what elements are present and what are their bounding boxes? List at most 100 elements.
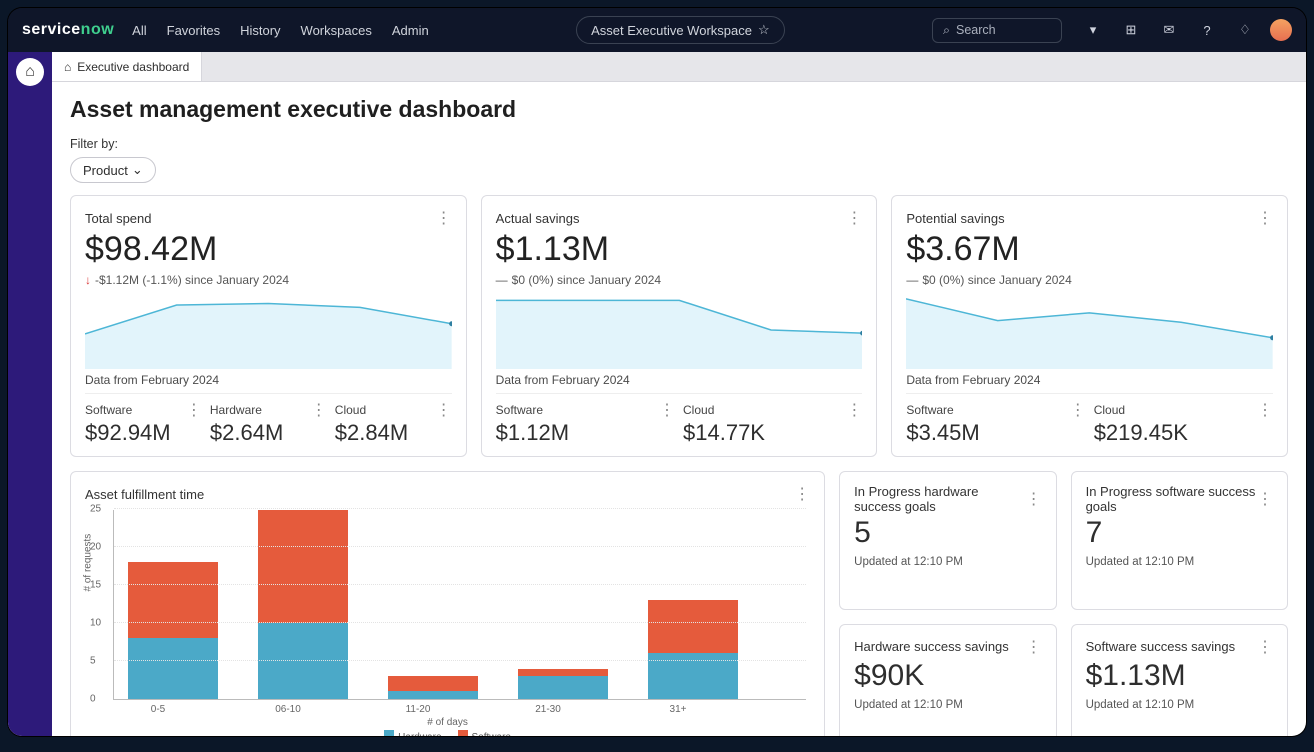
bar-column[interactable] bbox=[648, 510, 738, 699]
arrow-down-icon: ↓ bbox=[85, 273, 91, 287]
breakdown-label: Software bbox=[85, 403, 132, 417]
tab-bar: ⌂ Executive dashboard bbox=[52, 52, 1306, 82]
nav-favorites[interactable]: Favorites bbox=[167, 23, 220, 38]
dash-icon: — bbox=[496, 273, 508, 287]
x-tick: 11-20 bbox=[373, 704, 463, 715]
more-icon[interactable]: ⋮ bbox=[436, 400, 452, 420]
top-bar: servicenow All Favorites History Workspa… bbox=[8, 8, 1306, 52]
more-icon[interactable]: ⋮ bbox=[1026, 489, 1042, 509]
breakdown-item: Software⋮ $92.94M bbox=[85, 400, 202, 446]
small-value: $90K bbox=[854, 659, 1041, 693]
breakdown-label: Cloud bbox=[1094, 403, 1125, 417]
kpi-card: Actual savings⋮ $1.13M — $0 (0%) since J… bbox=[481, 195, 878, 457]
breakdown-value: $2.64M bbox=[210, 420, 327, 446]
nav-history[interactable]: History bbox=[240, 23, 280, 38]
y-tick: 15 bbox=[90, 580, 101, 591]
breakdown-item: Software⋮ $1.12M bbox=[496, 400, 675, 446]
tab-executive-dashboard[interactable]: ⌂ Executive dashboard bbox=[52, 52, 202, 81]
brand-logo: servicenow bbox=[22, 21, 114, 39]
workspace-pill[interactable]: Asset Executive Workspace ☆ bbox=[576, 16, 785, 44]
filter-product[interactable]: Product ⌄ bbox=[70, 157, 156, 183]
breakdown-label: Software bbox=[906, 403, 953, 417]
sparkline bbox=[496, 291, 863, 369]
bar-segment-hardware bbox=[258, 623, 348, 699]
y-tick: 5 bbox=[90, 656, 96, 667]
more-icon[interactable]: ⋮ bbox=[846, 400, 862, 420]
more-icon[interactable]: ⋮ bbox=[794, 484, 810, 504]
kpi-delta: — $0 (0%) since January 2024 bbox=[496, 273, 863, 287]
legend-hardware: Hardware bbox=[398, 732, 441, 736]
breakdown-label: Cloud bbox=[683, 403, 714, 417]
chevron-down-icon: ⌄ bbox=[132, 162, 143, 178]
asset-fulfillment-card: Asset fulfillment time ⋮ # of requests 0… bbox=[70, 471, 825, 736]
bar-column[interactable] bbox=[258, 510, 348, 699]
legend: Hardware Software bbox=[85, 730, 810, 736]
small-card: Hardware success savings⋮ $90K Updated a… bbox=[839, 624, 1056, 737]
tab-label: Executive dashboard bbox=[77, 60, 189, 74]
small-value: 7 bbox=[1086, 516, 1273, 550]
more-icon[interactable]: ⋮ bbox=[1257, 489, 1273, 509]
sparkline bbox=[906, 291, 1273, 369]
card-title: Potential savings bbox=[906, 211, 1004, 226]
workspace-label: Asset Executive Workspace bbox=[591, 23, 752, 38]
home-icon[interactable]: ⌂ bbox=[16, 58, 44, 86]
search-input[interactable]: ⌕ Search bbox=[932, 18, 1062, 43]
avatar[interactable] bbox=[1270, 19, 1292, 41]
bell-icon[interactable]: ♢ bbox=[1232, 17, 1258, 43]
nav-all[interactable]: All bbox=[132, 23, 146, 38]
chat-icon[interactable]: ✉ bbox=[1156, 17, 1182, 43]
grid-icon[interactable]: ⊞ bbox=[1118, 17, 1144, 43]
dropdown-button[interactable]: ▾ bbox=[1080, 17, 1106, 43]
breakdown-item: Software ⋮ $3.45M bbox=[906, 400, 1085, 446]
card-title: In Progress software success goals bbox=[1086, 484, 1257, 514]
kpi-value: $98.42M bbox=[85, 230, 452, 269]
nav-admin[interactable]: Admin bbox=[392, 23, 429, 38]
more-icon[interactable]: ⋮ bbox=[311, 400, 327, 420]
bar-column[interactable] bbox=[128, 510, 218, 699]
card-title: Total spend bbox=[85, 211, 152, 226]
star-icon[interactable]: ☆ bbox=[758, 22, 770, 38]
bar-column[interactable] bbox=[518, 510, 608, 699]
x-tick: 0-5 bbox=[113, 704, 203, 715]
more-icon[interactable]: ⋮ bbox=[1257, 208, 1273, 228]
x-tick: 21-30 bbox=[503, 704, 593, 715]
more-icon[interactable]: ⋮ bbox=[846, 208, 862, 228]
bar-segment-hardware bbox=[518, 676, 608, 699]
y-tick: 25 bbox=[90, 504, 101, 515]
more-icon[interactable]: ⋮ bbox=[659, 400, 675, 420]
y-tick: 0 bbox=[90, 694, 96, 705]
nav-workspaces[interactable]: Workspaces bbox=[301, 23, 372, 38]
more-icon[interactable]: ⋮ bbox=[186, 400, 202, 420]
breakdown-item: Cloud⋮ $14.77K bbox=[683, 400, 862, 446]
help-icon[interactable]: ? bbox=[1194, 17, 1220, 43]
breakdown-value: $2.84M bbox=[335, 420, 452, 446]
more-icon[interactable]: ⋮ bbox=[436, 208, 452, 228]
page-title: Asset management executive dashboard bbox=[70, 96, 1288, 123]
breakdown-item: Cloud⋮ $2.84M bbox=[335, 400, 452, 446]
card-title: Actual savings bbox=[496, 211, 580, 226]
more-icon[interactable]: ⋮ bbox=[1026, 637, 1042, 657]
small-card: Software success savings⋮ $1.13M Updated… bbox=[1071, 624, 1288, 737]
more-icon[interactable]: ⋮ bbox=[1257, 400, 1273, 420]
top-nav: All Favorites History Workspaces Admin bbox=[132, 23, 429, 38]
breakdown-value: $219.45K bbox=[1094, 420, 1273, 446]
card-title: In Progress hardware success goals bbox=[854, 484, 1025, 514]
kpi-delta: ↓ -$1.12M (-1.1%) since January 2024 bbox=[85, 273, 452, 287]
x-tick: 31+ bbox=[633, 704, 723, 715]
more-icon[interactable]: ⋮ bbox=[1070, 400, 1086, 420]
more-icon[interactable]: ⋮ bbox=[1257, 637, 1273, 657]
kpi-card: Potential savings⋮ $3.67M — $0 (0%) sinc… bbox=[891, 195, 1288, 457]
card-title: Asset fulfillment time bbox=[85, 487, 204, 502]
kpi-card: Total spend ⋮ $98.42M ↓ -$1.12M (-1.1%) s… bbox=[70, 195, 467, 457]
bar-segment-software bbox=[388, 676, 478, 691]
small-card: In Progress software success goals⋮ 7 Up… bbox=[1071, 471, 1288, 610]
filter-value: Product bbox=[83, 163, 128, 178]
small-footnote: Updated at 12:10 PM bbox=[1086, 556, 1273, 568]
breakdown-label: Hardware bbox=[210, 403, 262, 417]
small-value: $1.13M bbox=[1086, 659, 1273, 693]
bar-column[interactable] bbox=[388, 510, 478, 699]
search-placeholder: Search bbox=[956, 23, 996, 37]
breakdown-value: $3.45M bbox=[906, 420, 1085, 446]
kpi-footnote: Data from February 2024 bbox=[496, 373, 863, 387]
y-tick: 20 bbox=[90, 542, 101, 553]
